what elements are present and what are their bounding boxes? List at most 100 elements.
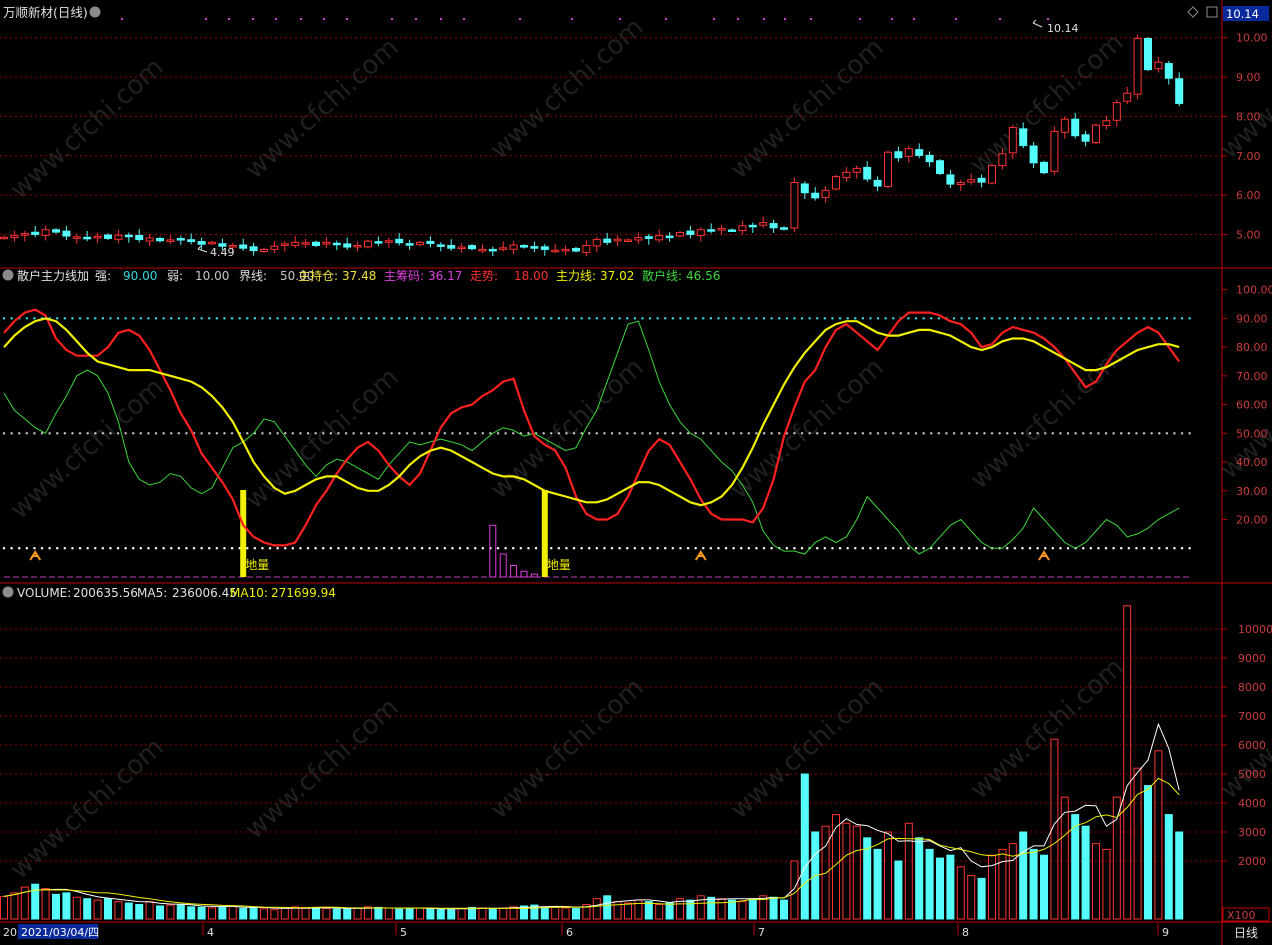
volume-ma10-label: MA10: — [230, 586, 268, 600]
month-label: 5 — [400, 926, 407, 939]
volume-tick-label: 5000 — [1238, 768, 1266, 781]
candle-body — [20, 233, 29, 236]
event-marker-dot — [1047, 18, 1049, 20]
event-marker-dot — [859, 18, 861, 20]
candle-body — [592, 239, 601, 247]
volume-bar — [1164, 814, 1173, 920]
candle-body — [634, 237, 643, 241]
candle-body — [447, 245, 456, 249]
volume-bar — [405, 908, 414, 920]
candle-body — [312, 241, 320, 246]
event-marker-dot — [121, 18, 123, 20]
candle-body — [915, 149, 924, 156]
period-label[interactable]: 日线 — [1234, 926, 1258, 940]
candle-body — [800, 183, 809, 194]
candle-body — [624, 239, 632, 242]
candle-body — [759, 222, 768, 226]
volume-bar — [1071, 814, 1080, 920]
volume-bar — [218, 906, 227, 920]
volume-bar — [395, 908, 404, 920]
candle-body — [436, 244, 445, 247]
candle-body — [717, 228, 726, 231]
candle-body — [270, 245, 279, 250]
indicator-menu-icon[interactable] — [2, 269, 14, 281]
candle-body — [1092, 124, 1100, 144]
event-marker-dot — [784, 18, 786, 20]
candle-body — [696, 229, 705, 236]
candle-body — [676, 231, 684, 237]
candle-body — [1029, 145, 1038, 164]
candle-body — [946, 174, 955, 185]
volume-bar — [62, 892, 71, 920]
candle-body — [988, 165, 996, 184]
candle-body — [1081, 134, 1090, 142]
stock-chart-canvas[interactable]: www.cfchi.com www.cfchi.com www.cfchi.com w… — [0, 0, 1272, 945]
candle-body — [187, 239, 196, 243]
candle-body — [41, 229, 50, 236]
event-marker-dot — [763, 18, 765, 20]
indicator-param-value: 90.00 — [123, 269, 157, 283]
volume-bar — [769, 896, 778, 920]
volume-bar — [374, 906, 383, 920]
candle-body — [1133, 38, 1142, 95]
volume-bar — [748, 898, 757, 920]
indicator-value-label: 主持仓: — [298, 268, 338, 283]
event-marker-dot — [346, 18, 348, 20]
volume-bar — [239, 908, 248, 920]
indicator-value-label: 散户线: — [642, 268, 682, 283]
candle-body — [1060, 118, 1069, 133]
volume-label: VOLUME: — [17, 586, 71, 600]
candle-body — [904, 148, 913, 157]
event-marker-dot — [619, 18, 621, 20]
event-marker-dot — [810, 18, 812, 20]
candle-body — [384, 240, 393, 243]
volume-bar — [447, 909, 456, 920]
indicator-tick-label: 100.00 — [1236, 284, 1272, 297]
volume-bar — [135, 904, 144, 920]
candle-body — [780, 227, 788, 230]
volume-bar — [426, 908, 435, 920]
volume-bar — [249, 906, 258, 920]
volume-bar — [1144, 785, 1152, 920]
volume-bar — [540, 906, 549, 920]
candle-body — [62, 230, 71, 237]
volume-bar — [332, 908, 341, 920]
indicator-tick-label: 30.00 — [1236, 485, 1268, 498]
candle-body — [488, 248, 497, 252]
candle-body — [176, 238, 185, 241]
indicator-name: 散户主力线加 — [17, 268, 89, 283]
event-marker-dot — [891, 18, 893, 20]
price-tick-label: 7.00 — [1236, 150, 1261, 163]
candle-body — [1154, 61, 1163, 70]
volume-bar — [1175, 831, 1184, 920]
candle-body — [551, 249, 560, 253]
candle-body — [52, 229, 60, 233]
candle-body — [280, 243, 289, 246]
candle-body — [925, 154, 934, 163]
candle-body — [301, 242, 310, 245]
volume-tick-label: 8000 — [1238, 681, 1266, 694]
candle-body — [166, 239, 175, 242]
indicator-value-label: 走势: — [470, 269, 498, 283]
candle-body — [156, 237, 164, 242]
volume-menu-icon[interactable] — [2, 586, 14, 598]
indicator-value-number: 37.48 — [342, 269, 376, 283]
candle-body — [530, 246, 539, 249]
volume-tick-label: 10000 — [1238, 623, 1272, 636]
volume-bar — [894, 860, 903, 920]
candle-body — [572, 247, 580, 252]
volume-bar — [780, 899, 788, 920]
candle-body — [239, 244, 248, 249]
candle-body — [686, 230, 695, 235]
candle-body — [1123, 92, 1132, 102]
candle-body — [291, 241, 300, 246]
candle-body — [561, 248, 570, 252]
stock-title: 万顺新材(日线) — [3, 5, 88, 20]
candle-body — [114, 234, 123, 240]
price-tick-label: 9.00 — [1236, 71, 1261, 84]
candle-body — [728, 229, 736, 232]
title-menu-icon[interactable] — [89, 6, 101, 18]
volume-tick-label: 6000 — [1238, 739, 1266, 752]
indicator-param-label: 弱: — [167, 269, 183, 283]
indicator-params: 强: 90.00 弱: 10.00 界线: 50.00 — [95, 269, 314, 283]
